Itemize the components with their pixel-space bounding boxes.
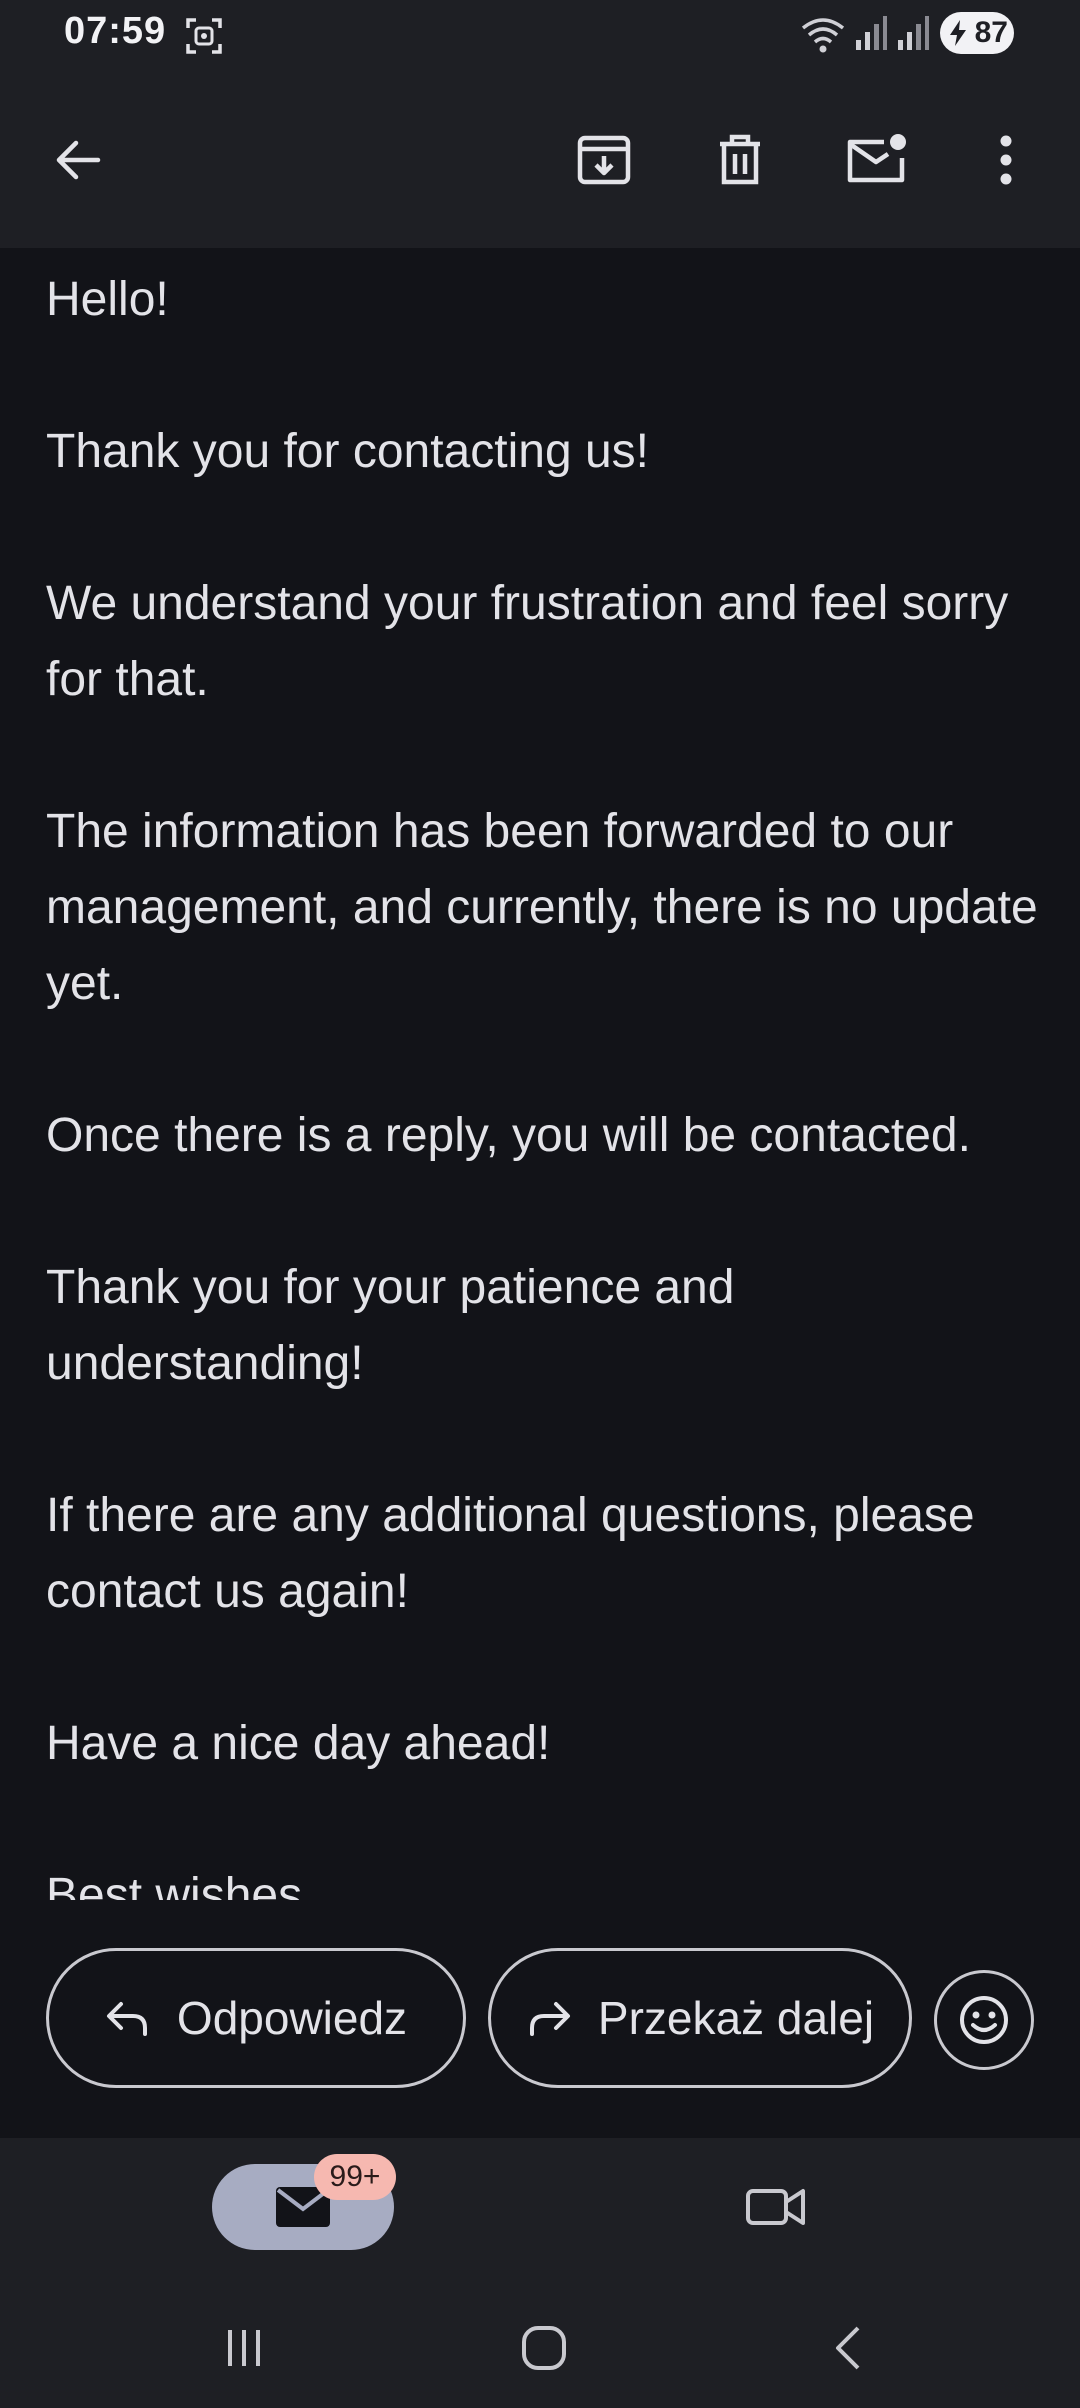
email-paragraph: Best wishes — [46, 1869, 303, 1900]
meet-tab[interactable] — [730, 2164, 822, 2250]
status-time: 07:59 — [64, 10, 167, 52]
reply-button[interactable]: Odpowiedz — [46, 1948, 466, 2088]
unread-count-badge: 99+ — [314, 2154, 396, 2200]
bottom-navigation: 99+ — [0, 2138, 1080, 2288]
archive-icon — [577, 135, 631, 185]
reply-label: Odpowiedz — [176, 1992, 408, 2044]
emoji-reaction-icon — [960, 1996, 1008, 2044]
forward-label: Przekaż dalej — [597, 1992, 875, 2044]
action-bar: Odpowiedz Przekaż dalej — [0, 1900, 1080, 2138]
app-bar — [0, 72, 1080, 248]
email-paragraph: Hello! — [46, 273, 169, 326]
mark-unread-button[interactable] — [828, 112, 924, 208]
back-button[interactable] — [30, 112, 126, 208]
system-navigation — [0, 2288, 1080, 2408]
battery-indicator: 87 — [940, 12, 1014, 54]
email-paragraph: Once there is a reply, you will be conta… — [46, 1109, 971, 1162]
back-arrow-icon — [56, 140, 101, 180]
signal-icon — [856, 16, 887, 50]
email-paragraph: Thank you for your patience and understa… — [46, 1261, 735, 1390]
delete-icon — [720, 134, 760, 185]
recent-apps-button[interactable] — [184, 2308, 304, 2388]
video-camera-icon — [746, 2189, 805, 2225]
battery-icon — [950, 20, 966, 46]
email-paragraph: Have a nice day ahead! — [46, 1717, 551, 1770]
more-options-icon — [1000, 135, 1012, 185]
email-paragraph: The information has been forwarded to ou… — [46, 805, 1038, 1010]
archive-button[interactable] — [556, 112, 652, 208]
system-back-button[interactable] — [788, 2308, 908, 2388]
delete-button[interactable] — [692, 112, 788, 208]
status-bar: 07:59 87 — [0, 0, 1080, 72]
battery-level: 87 — [974, 16, 1008, 49]
recent-apps-icon — [228, 2330, 260, 2366]
home-icon — [522, 2326, 566, 2370]
email-body: Hello! Thank you for contacting us! We u… — [0, 248, 1080, 1900]
wifi-icon — [801, 18, 845, 53]
email-text: Hello! Thank you for contacting us! We u… — [46, 262, 1046, 1900]
email-paragraph: Thank you for contacting us! — [46, 425, 649, 478]
home-button[interactable] — [484, 2308, 604, 2388]
screenshot-icon — [186, 18, 222, 54]
email-paragraph: We understand your frustration and feel … — [46, 577, 1009, 706]
emoji-reaction-button[interactable] — [934, 1970, 1034, 2070]
reply-icon — [106, 2002, 147, 2036]
system-back-icon — [836, 2326, 860, 2370]
more-options-button[interactable] — [958, 112, 1054, 208]
forward-icon — [529, 2002, 570, 2036]
forward-button[interactable]: Przekaż dalej — [488, 1948, 912, 2088]
email-paragraph: If there are any additional questions, p… — [46, 1489, 975, 1618]
mark-unread-icon — [847, 134, 906, 183]
signal-icon — [898, 16, 929, 50]
